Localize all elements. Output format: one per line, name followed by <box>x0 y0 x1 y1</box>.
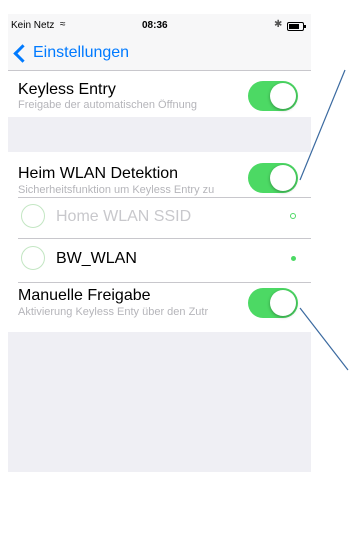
back-button-label: Einstellungen <box>33 44 130 61</box>
wifi-icon: ≈ <box>60 19 66 30</box>
keyless-entry-subtitle: Freigabe der automatischen Öffnung <box>18 99 197 111</box>
ssid-radio-bw[interactable] <box>21 246 45 270</box>
divider <box>18 238 311 239</box>
manual-release-subtitle: Aktivierung Keyless Enty über den Zutr <box>18 306 209 318</box>
battery-icon <box>287 22 306 31</box>
clock: 08:36 <box>142 20 168 31</box>
phone-screen: Kein Netz ≈ 08:36 ✱ Einstellungen Keyles… <box>8 14 311 472</box>
keyless-entry-row: Keyless Entry Freigabe der automatischen… <box>8 71 311 117</box>
keyless-entry-toggle[interactable] <box>248 81 298 111</box>
status-bar: Kein Netz ≈ 08:36 ✱ <box>8 14 311 36</box>
wlan-section: Heim WLAN Detektion Sicherheitsfunktion … <box>8 152 311 332</box>
keyless-entry-title: Keyless Entry <box>18 81 116 98</box>
back-button[interactable]: Einstellungen <box>12 43 130 63</box>
ssid-home-label: Home WLAN SSID <box>56 208 192 225</box>
chevron-left-icon <box>13 43 32 63</box>
carrier-label: Kein Netz <box>11 20 55 31</box>
wlan-detection-title: Heim WLAN Detektion <box>18 165 179 182</box>
manual-release-title: Manuelle Freigabe <box>18 287 151 304</box>
ssid-radio-home[interactable] <box>21 204 45 228</box>
divider <box>18 282 311 283</box>
wlan-detection-subtitle: Sicherheitsfunktion um Keyless Entry zu <box>18 184 215 196</box>
divider <box>18 197 311 198</box>
navigation-bar: Einstellungen <box>8 36 311 71</box>
ssid-bw-label: BW_WLAN <box>56 250 137 267</box>
ssid-home-status-dot <box>290 213 296 219</box>
ssid-bw-status-dot <box>291 256 296 261</box>
manual-release-toggle[interactable] <box>248 288 298 318</box>
bluetooth-icon: ✱ <box>274 19 283 30</box>
wlan-detection-toggle[interactable] <box>248 163 298 193</box>
